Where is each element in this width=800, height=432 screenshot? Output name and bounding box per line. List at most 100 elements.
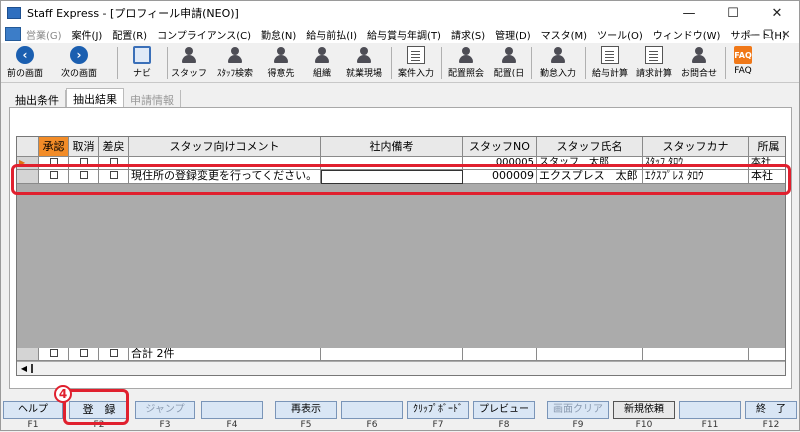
maximize-button[interactable]: ☐ bbox=[711, 1, 755, 25]
org-label: 組織 bbox=[312, 69, 331, 79]
billing-calc-button[interactable]: 請求計算 bbox=[633, 43, 675, 83]
worksite-icon bbox=[355, 46, 373, 64]
new-request-button[interactable]: 新規依頼 bbox=[613, 401, 675, 419]
app-icon bbox=[7, 7, 21, 19]
client-label: 得意先 bbox=[267, 69, 295, 79]
toolbar-separator bbox=[117, 47, 118, 79]
case-entry-button[interactable]: 案件入力 bbox=[395, 43, 437, 83]
client-icon bbox=[272, 46, 290, 64]
org-button[interactable]: 組織 bbox=[307, 43, 337, 83]
menu-tools[interactable]: ツール(O) bbox=[592, 27, 648, 42]
next-screen-button[interactable]: › 次の画面 bbox=[55, 43, 103, 83]
person-search-icon bbox=[226, 46, 244, 64]
fkey-label: F1 bbox=[27, 420, 39, 430]
return-all-checkbox[interactable] bbox=[109, 349, 118, 357]
header-internal-note[interactable]: 社内備考 bbox=[321, 137, 463, 157]
help-button[interactable]: ヘルプ bbox=[3, 401, 63, 419]
group-day-icon bbox=[500, 46, 518, 64]
header-cancel[interactable]: 取消 bbox=[69, 137, 99, 157]
header-staff-comment[interactable]: スタッフ向けコメント bbox=[129, 137, 321, 157]
child-minimize-button[interactable]: — bbox=[741, 28, 759, 41]
menu-billing[interactable]: 請求(S) bbox=[446, 27, 490, 42]
header-branch[interactable]: 所属 bbox=[749, 137, 785, 157]
total-count: 合計 2件 bbox=[129, 348, 321, 361]
child-restore-button[interactable]: ❐ bbox=[759, 28, 777, 41]
placement-day-label: 配置(日 bbox=[493, 69, 525, 79]
staff-search-button[interactable]: ｽﾀｯﾌ検索 bbox=[213, 43, 257, 83]
preview-button[interactable]: プレビュー bbox=[473, 401, 535, 419]
placement-day-button[interactable]: 配置(日 bbox=[491, 43, 527, 83]
menu-admin[interactable]: 管理(D) bbox=[490, 27, 536, 42]
minimize-button[interactable]: — bbox=[667, 1, 711, 25]
placement-query-button[interactable]: 配置照会 bbox=[445, 43, 487, 83]
header-approve[interactable]: 承認 bbox=[39, 137, 69, 157]
fkey-label: F3 bbox=[159, 420, 171, 430]
placement-query-label: 配置照会 bbox=[447, 69, 484, 79]
fkey-label: F11 bbox=[701, 420, 719, 430]
fkey-label: F9 bbox=[572, 420, 584, 430]
worksite-button[interactable]: 就業現場 bbox=[343, 43, 385, 83]
step-number-badge: 4 bbox=[54, 385, 72, 403]
group-icon bbox=[457, 46, 475, 64]
next-screen-label: 次の画面 bbox=[60, 69, 97, 79]
scroll-thumb[interactable] bbox=[31, 364, 33, 373]
clear-screen-button[interactable]: 画面クリア bbox=[547, 401, 609, 419]
faq-button[interactable]: FAQ FAQ bbox=[729, 43, 757, 83]
horizontal-scrollbar[interactable]: ◀ bbox=[17, 361, 785, 375]
inquiry-label: お問合せ bbox=[680, 69, 717, 79]
menu-attendance[interactable]: 勤怠(N) bbox=[256, 27, 301, 42]
jump-button[interactable]: ジャンプ bbox=[135, 401, 195, 419]
tab-extract-conditions[interactable]: 抽出条件 bbox=[9, 90, 66, 107]
menu-advance-pay[interactable]: 給与前払(I) bbox=[301, 27, 362, 42]
tab-extract-results[interactable]: 抽出結果 bbox=[66, 88, 124, 107]
client-button[interactable]: 得意先 bbox=[261, 43, 301, 83]
staff-search-label: ｽﾀｯﾌ検索 bbox=[216, 69, 253, 79]
row-highlight-annotation bbox=[11, 164, 791, 195]
f11-button[interactable] bbox=[679, 401, 741, 419]
attendance-entry-button[interactable]: 勤怠入力 bbox=[535, 43, 581, 83]
approve-all-checkbox[interactable] bbox=[49, 349, 58, 357]
header-indicator bbox=[17, 137, 39, 157]
results-panel: 承認 取消 差戻 スタッフ向けコメント 社内備考 スタッフNO スタッフ氏名 ス… bbox=[9, 107, 792, 389]
faq-icon: FAQ bbox=[734, 46, 752, 64]
menu-window[interactable]: ウィンドウ(W) bbox=[648, 27, 726, 42]
clipboard-button[interactable]: ｸﾘｯﾌﾟﾎﾞｰﾄﾞ bbox=[407, 401, 469, 419]
menu-placement[interactable]: 配置(R) bbox=[107, 27, 152, 42]
payroll-calc-button[interactable]: 給与計算 bbox=[589, 43, 631, 83]
close-button[interactable]: ✕ bbox=[755, 1, 799, 25]
fkey-label: F6 bbox=[366, 420, 378, 430]
prev-screen-button[interactable]: ‹ 前の画面 bbox=[3, 43, 47, 83]
faq-label: FAQ bbox=[734, 66, 752, 76]
header-staff-name[interactable]: スタッフ氏名 bbox=[537, 137, 643, 157]
calculator-icon bbox=[601, 46, 619, 64]
scroll-left-icon[interactable]: ◀ bbox=[17, 362, 31, 375]
menu-case[interactable]: 案件(J) bbox=[67, 27, 108, 42]
inquiry-button[interactable]: お問合せ bbox=[677, 43, 721, 83]
refresh-button[interactable]: 再表示 bbox=[275, 401, 337, 419]
tab-strip: 抽出条件 抽出結果 申請情報 bbox=[9, 88, 181, 107]
menu-compliance[interactable]: コンプライアンス(C) bbox=[152, 27, 256, 42]
navi-button[interactable]: ナビ bbox=[125, 43, 159, 83]
f6-button[interactable] bbox=[341, 401, 403, 419]
cancel-all-checkbox[interactable] bbox=[79, 349, 88, 357]
header-return[interactable]: 差戻 bbox=[99, 137, 129, 157]
arrow-left-icon: ‹ bbox=[16, 46, 34, 64]
fkey-label: F12 bbox=[762, 420, 780, 430]
tab-application-info[interactable]: 申請情報 bbox=[124, 90, 181, 107]
f4-button[interactable] bbox=[201, 401, 263, 419]
menu-sales[interactable]: 営業(G) bbox=[21, 27, 67, 42]
person-icon bbox=[180, 46, 198, 64]
fkey-label: F10 bbox=[635, 420, 653, 430]
toolbar-separator bbox=[585, 47, 586, 79]
exit-button[interactable]: 終 了 bbox=[745, 401, 797, 419]
child-close-button[interactable]: ✕ bbox=[777, 28, 795, 41]
payroll-calc-label: 給与計算 bbox=[591, 69, 628, 79]
menu-payroll[interactable]: 給与賞与年調(T) bbox=[362, 27, 446, 42]
document-icon[interactable] bbox=[5, 27, 21, 41]
header-staff-no[interactable]: スタッフNO bbox=[463, 137, 537, 157]
fkey-label: F7 bbox=[432, 420, 444, 430]
staff-button[interactable]: スタッフ bbox=[171, 43, 207, 83]
header-staff-kana[interactable]: スタッフカナ bbox=[643, 137, 749, 157]
register-highlight-annotation bbox=[63, 389, 129, 425]
menu-master[interactable]: マスタ(M) bbox=[536, 27, 592, 42]
